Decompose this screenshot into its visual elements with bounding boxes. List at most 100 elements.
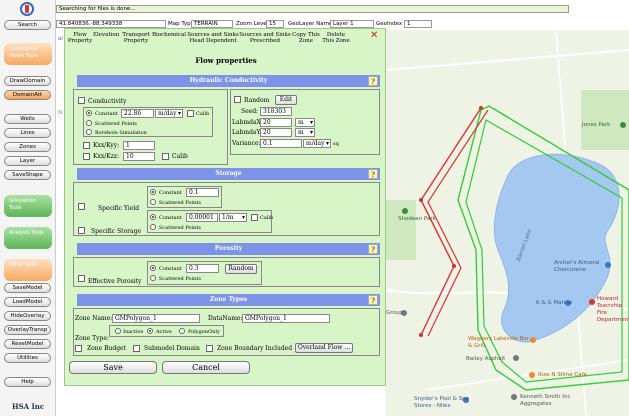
map-label-archers: Archer's Almond Charcuterie xyxy=(554,260,600,273)
draw-domain-button[interactable]: DrawDomain xyxy=(4,76,51,86)
storage-header: Storage? xyxy=(77,168,380,180)
conductivity-value-input[interactable]: 22.86 xyxy=(121,109,154,118)
simulation-tools-group[interactable]: Simulation Tools xyxy=(4,195,52,217)
kxx-kzz-input[interactable]: 10 xyxy=(123,152,155,161)
help-icon[interactable]: ? xyxy=(368,244,378,254)
lambday-input[interactable]: 20 xyxy=(260,128,292,137)
specific-yield-input[interactable]: 0.1 xyxy=(186,188,219,197)
porosity-input[interactable]: 0.3 xyxy=(186,264,219,273)
calib-checkbox[interactable] xyxy=(187,110,194,117)
help-icon[interactable]: ? xyxy=(368,295,378,305)
map-label-shodeen-park: Shodeen Park xyxy=(398,216,436,222)
ss-constant-radio[interactable] xyxy=(150,214,156,220)
random-checkbox[interactable] xyxy=(234,96,241,103)
ss-scattered-radio[interactable] xyxy=(150,224,156,230)
wells-button[interactable]: Wells xyxy=(4,114,51,124)
inactive-radio[interactable] xyxy=(115,328,121,334)
load-model-button[interactable]: LoadModel xyxy=(4,297,51,307)
constant-radio[interactable] xyxy=(86,110,92,116)
tab-transport-property[interactable]: Transport Property xyxy=(121,32,151,44)
tab-sources-head-dependent[interactable]: Sources and Sinks Head Dependent xyxy=(187,32,239,44)
polygon-only-radio[interactable] xyxy=(179,328,185,334)
map-label-rise-n-shine: Rise N Shine Cafe xyxy=(538,372,587,378)
scattered-points-label: Scattered Points xyxy=(95,121,137,127)
data-name-label: DataName: xyxy=(208,315,243,322)
lines-button[interactable]: Lines xyxy=(4,128,51,138)
zones-button[interactable]: Zones xyxy=(4,142,51,152)
domain-att-button[interactable]: DomainAtt xyxy=(4,90,51,100)
conductivity-checkbox[interactable] xyxy=(78,97,85,104)
kxx-kyy-checkbox[interactable] xyxy=(83,142,90,149)
group-label: Other Tools xyxy=(9,262,38,268)
tab-delete-zone[interactable]: Delete This Zone xyxy=(321,32,351,44)
specific-storage-checkbox[interactable] xyxy=(78,227,85,234)
active-radio[interactable] xyxy=(147,328,153,334)
overlay-transp-button[interactable]: OverlayTransp xyxy=(4,325,51,335)
lambday-unit-select[interactable]: m xyxy=(295,128,315,137)
borehole-radio[interactable] xyxy=(86,129,92,135)
conductivity-unit-select[interactable]: m/day xyxy=(155,109,183,118)
other-tools-group[interactable]: Other Tools xyxy=(4,259,52,281)
tab-flow-property[interactable]: Flow Property xyxy=(67,32,93,44)
overland-flow-button[interactable]: Overland Flow ... xyxy=(295,343,353,353)
search-button[interactable]: Search xyxy=(4,20,51,30)
zone-name-input[interactable]: GMPolygon_1 xyxy=(112,314,200,323)
geolayer-select[interactable]: Layer 1 xyxy=(330,20,374,28)
specific-storage-unit-select[interactable]: 1/m xyxy=(219,213,247,222)
tab-biochemical[interactable]: Biochemical xyxy=(151,32,187,38)
kxx-kyy-input[interactable]: 1 xyxy=(123,141,155,150)
saveshape-button[interactable]: SaveShape xyxy=(4,170,51,180)
specific-yield-checkbox[interactable] xyxy=(78,203,85,210)
help-button[interactable]: Help xyxy=(4,377,51,387)
edit-button[interactable]: Edit xyxy=(275,95,297,105)
sy-scattered-radio[interactable] xyxy=(150,199,156,205)
help-icon[interactable]: ? xyxy=(368,169,378,179)
cancel-button[interactable]: Cancel xyxy=(162,361,250,374)
variance-unit-select[interactable]: m/day xyxy=(303,139,331,148)
porosity-scattered-radio[interactable] xyxy=(150,275,156,281)
save-button[interactable]: Save xyxy=(69,361,157,374)
boundary-included-checkbox[interactable] xyxy=(206,345,213,352)
hide-overlay-button[interactable]: HideOverlay xyxy=(4,311,51,321)
submodel-checkbox[interactable] xyxy=(133,345,140,352)
layer-button[interactable]: Layer xyxy=(4,156,51,166)
lambday-label: LabmdaY: xyxy=(232,129,262,136)
effective-porosity-checkbox[interactable] xyxy=(78,275,85,282)
coordinates-field[interactable]: 41.840836,-88.349338 xyxy=(56,20,166,28)
help-icon[interactable]: ? xyxy=(368,76,378,86)
map-type-select[interactable]: TERRAIN xyxy=(191,20,233,28)
specific-storage-input[interactable]: 0.00001 xyxy=(186,213,218,222)
reset-model-button[interactable]: ResetModel xyxy=(4,339,51,349)
specific-yield-label: Specific Yield xyxy=(98,205,140,212)
map-view[interactable]: Jones Park Shodeen Park Barron Lake Arch… xyxy=(386,30,629,416)
save-model-button[interactable]: SaveModel xyxy=(4,283,51,293)
tab-copy-zone[interactable]: Copy This Zone xyxy=(291,32,321,44)
left-toolbar: Search Conceptual Model Tools DrawDomain… xyxy=(0,0,56,416)
porosity-constant-radio[interactable] xyxy=(150,265,156,271)
conceptual-tools-group[interactable]: Conceptual Model Tools xyxy=(4,43,52,65)
tab-elevation[interactable]: Elevation xyxy=(93,32,119,38)
data-name-input[interactable]: GMPolygon_1 xyxy=(242,314,330,323)
zone-name-label: Zone Name: xyxy=(75,315,113,322)
ss-calib-checkbox[interactable] xyxy=(251,214,258,221)
map-label-fire-dept: Howard Township Fire Department xyxy=(597,296,629,323)
porosity-random-button[interactable]: Random xyxy=(225,264,257,274)
close-icon[interactable]: ✕ xyxy=(370,30,378,41)
geoindex-field[interactable]: 1 xyxy=(404,20,432,28)
variance-input[interactable]: 0.1 xyxy=(260,139,302,148)
utilities-button[interactable]: Utilities xyxy=(4,353,51,363)
ss-scattered-label: Scattered Points xyxy=(159,225,201,231)
tab-sources-prescribed[interactable]: Sources and Sinks Prescribed xyxy=(239,32,291,44)
sy-constant-radio[interactable] xyxy=(150,189,156,195)
lambdax-input[interactable]: 20 xyxy=(260,118,292,127)
kxx-kzz-checkbox[interactable] xyxy=(83,153,90,160)
zone-types-header: Zone Types? xyxy=(77,294,380,306)
lambdax-unit-select[interactable]: m xyxy=(295,118,315,127)
scattered-points-radio[interactable] xyxy=(86,120,92,126)
zoom-select[interactable]: 15 xyxy=(266,20,284,28)
zone-types-header-label: Zone Types xyxy=(209,296,248,303)
analysis-tools-group[interactable]: Analysis Tools xyxy=(4,227,52,249)
calib2-checkbox[interactable] xyxy=(162,153,169,160)
zone-budget-checkbox[interactable] xyxy=(75,345,82,352)
seed-input[interactable]: 318303 xyxy=(260,107,292,116)
